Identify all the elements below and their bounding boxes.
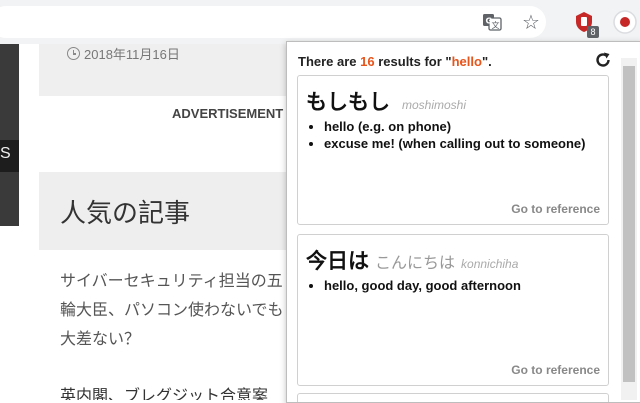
- result-romaji: moshimoshi: [402, 98, 467, 112]
- post-date: 2018年11月16日: [67, 44, 180, 63]
- definition-list: hello (e.g. on phone) excuse me! (when c…: [306, 118, 614, 152]
- thumbnail-caption: S: [0, 145, 11, 162]
- popular-articles-title: 人気の記事: [60, 199, 191, 229]
- address-bar[interactable]: [0, 6, 546, 38]
- result-card: [297, 393, 609, 402]
- definition-item: hello, good day, good afternoon: [324, 277, 614, 294]
- summary-suffix: ".: [481, 54, 492, 69]
- browser-toolbar: G 文 ☆ 8: [0, 0, 640, 44]
- result-romaji: konnichiha: [461, 257, 519, 271]
- scrollbar-thumb[interactable]: [623, 66, 635, 382]
- advertisement-label: ADVERTISEMENT: [172, 106, 284, 121]
- result-kanji: もしもし: [306, 90, 390, 114]
- summary-prefix: There are: [298, 54, 361, 69]
- popular-articles-header: 人気の記事: [39, 172, 299, 250]
- result-reading: こんにちは: [375, 253, 456, 272]
- refresh-icon[interactable]: [593, 50, 613, 70]
- extension-badge: 8: [587, 26, 599, 38]
- search-query: hello: [451, 54, 482, 69]
- result-word: 今日は こんにちは konnichiha: [306, 245, 518, 275]
- result-kanji: 今日は: [306, 249, 369, 273]
- result-card: もしもしmoshimoshi hello (e.g. on phone) exc…: [297, 75, 609, 225]
- article-link[interactable]: サイバーセキュリティ担当の五輪大臣、パソコン使わないでも大差ない？: [60, 266, 290, 353]
- definition-item: hello (e.g. on phone): [324, 118, 614, 135]
- dictionary-popup: There are 16 results for "hello". もしもし mo…: [286, 41, 640, 403]
- result-card: 今日はこんにちはkonnichiha hello, good day, good…: [297, 234, 609, 386]
- profile-avatar-icon[interactable]: [612, 9, 638, 35]
- clock-icon: [67, 47, 80, 60]
- result-word: もしもし moshimoshi: [306, 86, 466, 116]
- popup-scrollbar[interactable]: [621, 58, 637, 400]
- article-thumbnail[interactable]: S: [0, 44, 19, 226]
- summary-mid: results for ": [374, 54, 452, 69]
- bookmark-star-icon[interactable]: ☆: [519, 10, 543, 34]
- result-count: 16: [360, 54, 375, 69]
- svg-text:文: 文: [492, 20, 500, 30]
- results-summary: There are 16 results for "hello".: [298, 54, 492, 69]
- go-to-reference-link[interactable]: Go to reference: [511, 202, 600, 216]
- definition-item: excuse me! (when calling out to someone): [324, 135, 614, 152]
- translate-icon[interactable]: G 文: [480, 10, 504, 34]
- date-box: 2018年11月16日: [39, 44, 299, 96]
- article-link-2[interactable]: 英内閣、ブレグジット合意案: [60, 382, 290, 400]
- post-date-text: 2018年11月16日: [84, 47, 180, 62]
- definition-list: hello, good day, good afternoon: [306, 277, 614, 294]
- go-to-reference-link[interactable]: Go to reference: [511, 363, 600, 377]
